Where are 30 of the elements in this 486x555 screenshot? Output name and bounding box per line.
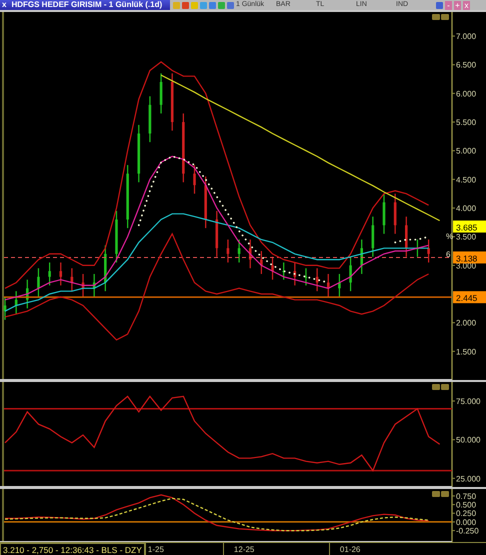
axis-label: 0.750 (456, 492, 476, 501)
axis-label: 4.000 (456, 204, 476, 214)
axis-label: 2.000 (456, 318, 476, 328)
axis-label: 25.000 (456, 474, 480, 484)
axis-label: 3.000 (456, 261, 476, 270)
axis-label: 0.000 (456, 518, 476, 527)
axis-label: 0.500 (456, 500, 476, 510)
window-title: HDFGS HEDEF GIRISIM - 1 Günlük (.1d) (11, 0, 162, 10)
axis-label: 5.500 (456, 118, 476, 128)
axis-label: 4.500 (456, 175, 476, 184)
axis-label: 5.000 (456, 146, 476, 156)
price-tag: 2.445 (453, 291, 486, 304)
axis-label: 3.500 (456, 232, 476, 242)
date-label: 1-25 (144, 543, 223, 555)
axis-label: 50.000 (456, 436, 480, 445)
status-text: 3.210 - 2,750 - 12:36:43 - BLS - DZY (0, 543, 145, 555)
ref-line-label: 2.445 (456, 293, 478, 304)
axis-label: -0.250 (456, 526, 479, 536)
axis-label: 1.500 (456, 347, 476, 356)
price-tag: 3.138 (453, 251, 486, 264)
date-label: 01-26 (328, 543, 360, 555)
price-tag: 3.685 (453, 220, 486, 233)
axis-label: 0.250 (456, 509, 476, 518)
ref-line-label: 3.138 (456, 253, 478, 264)
axis-label: 6.500 (456, 60, 476, 70)
axis-label: 75.000 (456, 397, 480, 406)
chart-marker: 6 (446, 250, 450, 259)
axis-label: 7.000 (456, 32, 476, 42)
axis-label: 6.000 (456, 89, 476, 98)
date-label: 12-25 (222, 543, 329, 555)
